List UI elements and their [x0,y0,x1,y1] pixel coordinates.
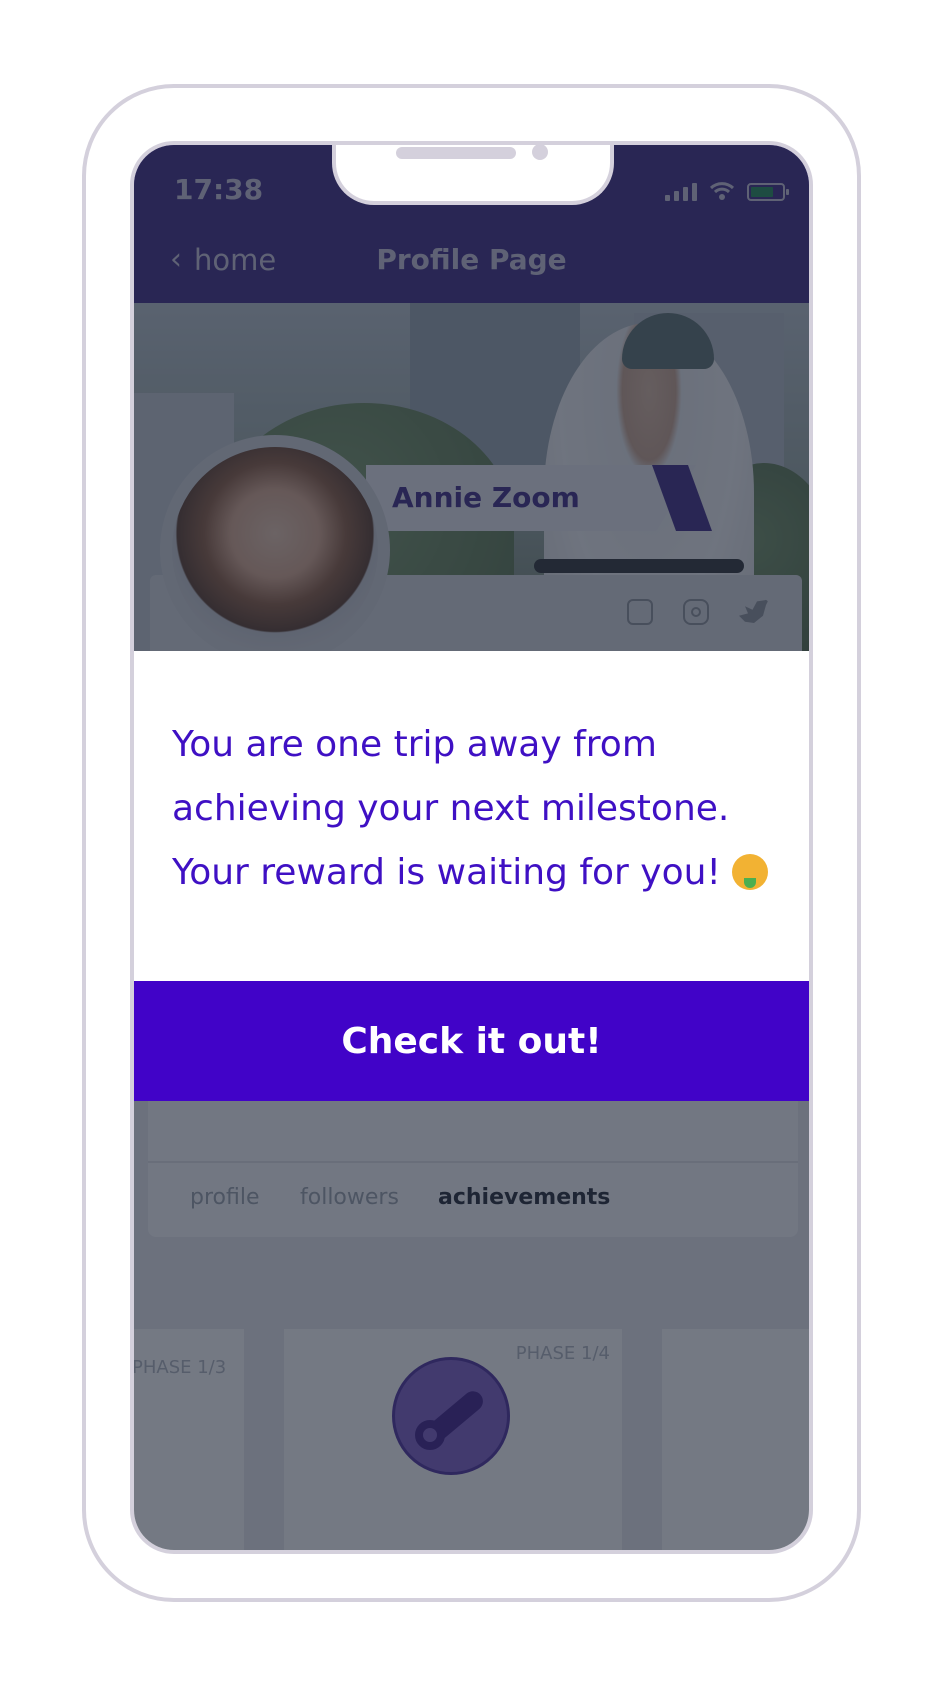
modal-message: You are one trip away from achieving you… [172,713,792,905]
profile-content: profile followers achievements PHASE 1/3… [134,1101,809,1550]
twitch-icon[interactable] [627,599,653,625]
money-mouth-face-icon [732,854,769,890]
modal-message-text: You are one trip away from achieving you… [172,724,730,893]
tab-profile[interactable]: profile [190,1185,260,1210]
tab-achievements[interactable]: achievements [438,1185,610,1210]
key-badge-icon [392,1357,510,1475]
status-time: 17:38 [174,173,264,206]
battery-icon [747,183,789,201]
page-title: Profile Page [376,243,567,276]
divider [148,1161,798,1163]
profile-tabs: profile followers achievements [148,1101,798,1237]
profile-name: Annie Zoom [392,481,580,514]
achievement-card[interactable] [662,1329,809,1550]
key-ring [415,1420,445,1450]
social-links [627,599,769,625]
avatar-photo [172,447,378,651]
wifi-icon [709,182,735,200]
check-it-out-button[interactable]: Check it out! [134,981,809,1101]
avatar [160,435,390,651]
phase-label: PHASE 1/3 [132,1357,227,1378]
camera [532,145,548,160]
cover-photo: Annie Zoom [134,303,809,651]
phase-label: PHASE 1/4 [515,1343,610,1364]
tab-followers[interactable]: followers [300,1185,399,1210]
twitter-icon[interactable] [739,599,769,623]
cover-handlebar [534,559,744,573]
achievement-card[interactable]: PHASE 1/3 [132,1329,244,1550]
phone-screen: 17:38 ‹ home Profile Page Annie Zoom pro… [130,141,813,1554]
signal-icon [665,183,697,201]
notch [332,145,614,205]
instagram-icon[interactable] [683,599,709,625]
milestone-modal: You are one trip away from achieving you… [134,651,809,981]
speaker [396,147,516,159]
status-icons [665,181,789,201]
